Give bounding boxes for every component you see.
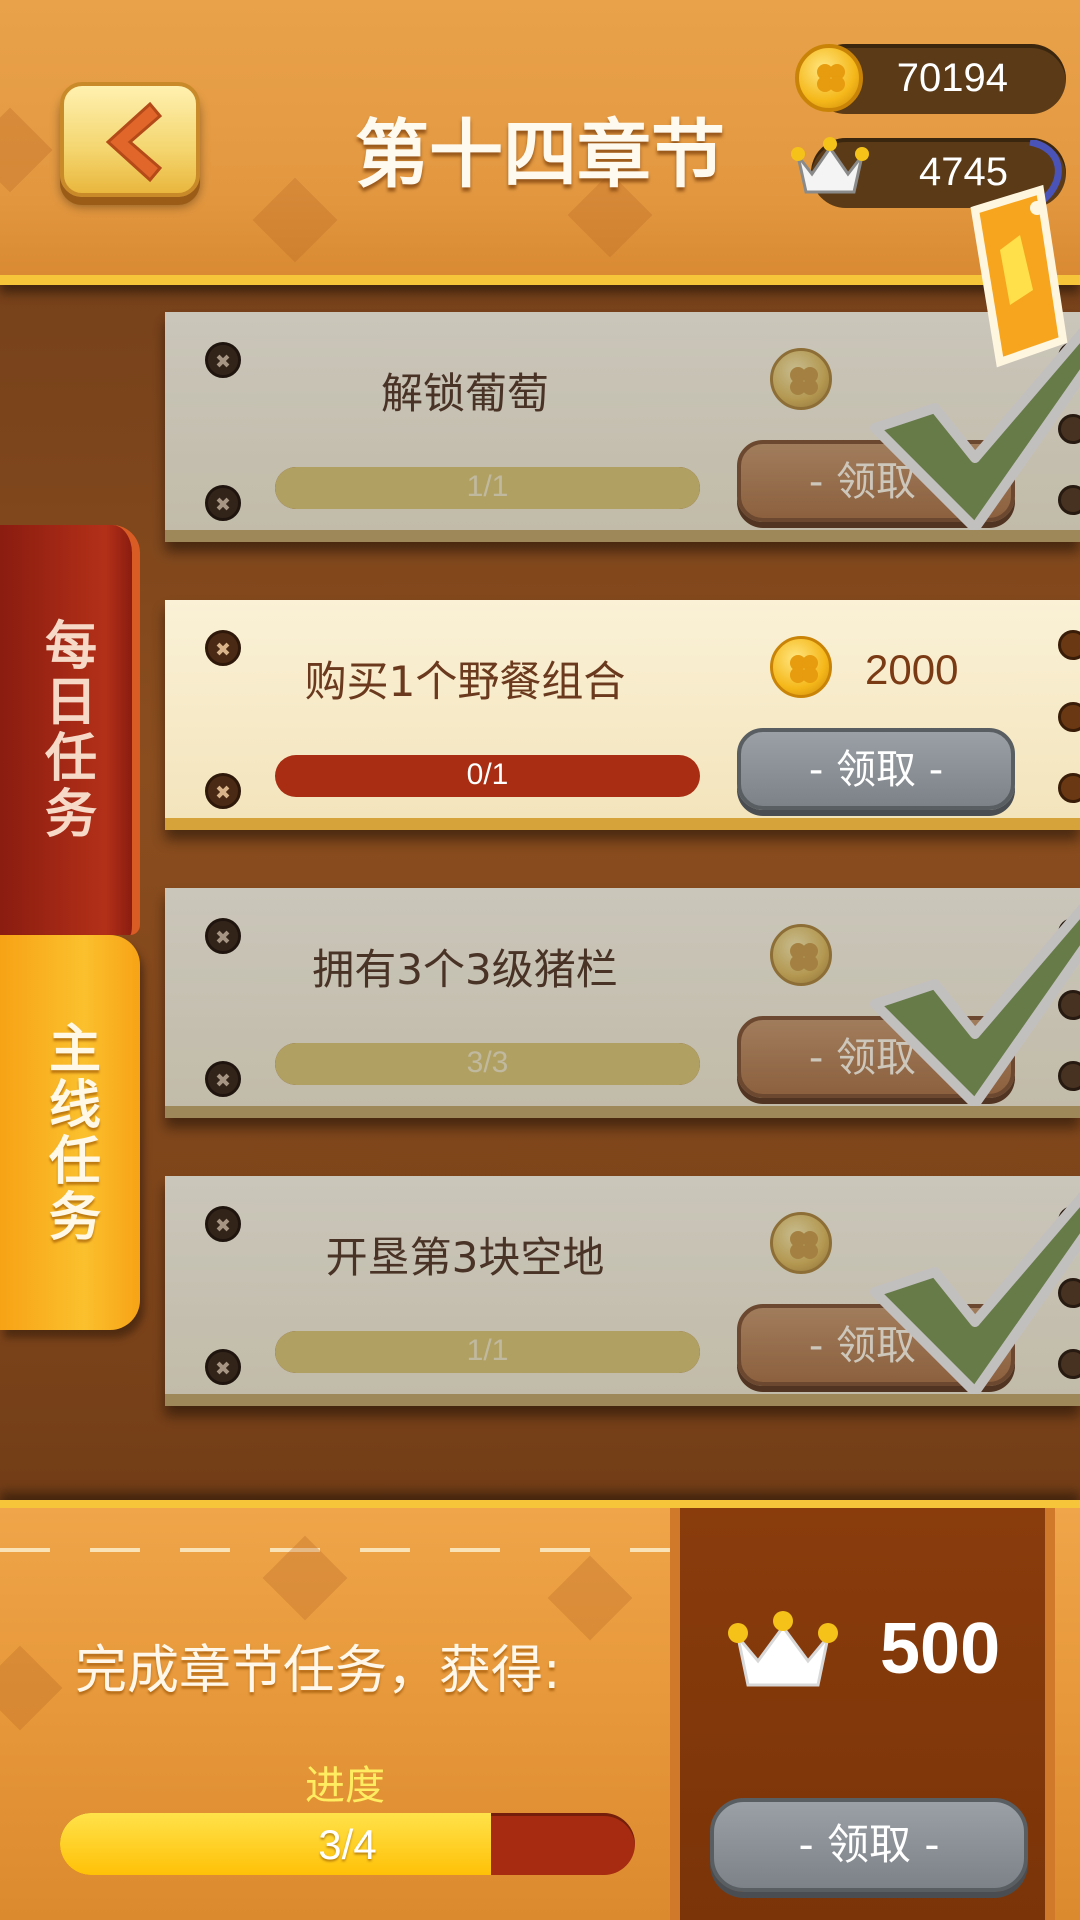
chapter-reward-amount: 500	[880, 1609, 1001, 1689]
task-progress-bar: 1/1	[275, 1331, 700, 1373]
claim-button[interactable]: - 领取 -	[737, 440, 1015, 522]
decor-diamond	[0, 107, 53, 193]
bolt-icon	[205, 918, 241, 954]
tab-main-label: 主线任务	[39, 1020, 100, 1245]
stitch-divider	[0, 1548, 680, 1552]
crown-icon	[728, 1611, 838, 1687]
task-progress-text: 3/3	[466, 1046, 509, 1079]
bolt-icon	[1058, 990, 1080, 1020]
bolt-icon	[205, 1349, 241, 1385]
progress-label: 进度	[305, 1763, 385, 1809]
bolt-icon	[205, 342, 241, 378]
bolt-icon	[1058, 630, 1080, 660]
task-card: 拥有3个3级猪栏 3/3 - 领取 -	[165, 888, 1080, 1118]
bolt-icon	[205, 1206, 241, 1242]
clover-icon	[790, 367, 818, 395]
decor-diamond	[0, 1645, 63, 1731]
task-progress-text: 1/1	[466, 1334, 509, 1367]
coin-icon	[770, 348, 832, 410]
coin-count: 70194	[896, 56, 1008, 100]
coin-icon	[795, 44, 863, 112]
bolt-icon	[1058, 485, 1080, 515]
bolt-icon	[1058, 773, 1080, 803]
task-title: 拥有3个3级猪栏	[312, 945, 618, 994]
bolt-icon	[1058, 1349, 1080, 1379]
clover-icon	[790, 655, 818, 683]
header-bar: 第十四章节 70194 4745	[0, 0, 1080, 285]
bolt-icon	[1058, 1206, 1080, 1236]
task-title: 购买1个野餐组合	[304, 657, 626, 706]
task-progress-text: 0/1	[466, 758, 509, 791]
tab-daily-label: 每日任务	[35, 618, 96, 842]
chapter-reward-panel: 完成章节任务，获得: 进度 3/4 500 - 领取 -	[0, 1500, 1080, 1920]
bolt-icon	[1058, 1278, 1080, 1308]
crown-icon	[791, 137, 869, 194]
bolt-icon	[205, 1061, 241, 1097]
task-card: 解锁葡萄 1/1 - 领取 -	[165, 312, 1080, 542]
bolt-icon	[1058, 918, 1080, 948]
bolt-icon	[205, 630, 241, 666]
coin-icon	[770, 924, 832, 986]
tab-main-tasks[interactable]: 主线任务	[0, 935, 140, 1330]
chapter-progress-bar: 3/4	[60, 1813, 635, 1875]
page-title: 第十四章节	[355, 112, 725, 198]
task-progress-text: 1/1	[466, 470, 509, 503]
clover-icon	[790, 943, 818, 971]
bolt-icon	[1058, 702, 1080, 732]
task-progress-bar: 1/1	[275, 467, 700, 509]
task-title: 解锁葡萄	[380, 369, 549, 418]
bolt-icon	[1058, 1061, 1080, 1091]
tab-daily-tasks[interactable]: 每日任务	[0, 525, 140, 935]
reward-panel: 500 - 领取 -	[670, 1508, 1055, 1920]
bolt-icon	[1058, 414, 1080, 444]
claim-button[interactable]: - 领取 -	[737, 1304, 1015, 1386]
chapter-reward-label: 完成章节任务，获得:	[75, 1641, 561, 1701]
reward-amount: 2000	[865, 646, 959, 693]
coin-icon	[770, 636, 832, 698]
bolt-icon	[205, 485, 241, 521]
bolt-icon	[205, 773, 241, 809]
task-card: 开垦第3块空地 1/1 - 领取 -	[165, 1176, 1080, 1406]
chapter-progress-text: 3/4	[318, 1821, 377, 1868]
back-button[interactable]	[60, 82, 200, 197]
claim-button[interactable]: - 领取 -	[737, 728, 1015, 810]
coin-icon	[770, 1212, 832, 1274]
clover-icon	[817, 64, 845, 92]
task-progress-bar: 3/3	[275, 1043, 700, 1085]
back-arrow-icon	[105, 101, 163, 183]
price-tag-icon[interactable]	[945, 140, 1075, 370]
task-card: 购买1个野餐组合 0/1 2000 - 领取 -	[165, 600, 1080, 830]
task-title: 开垦第3块空地	[325, 1233, 605, 1282]
task-progress-bar: 0/1	[275, 755, 700, 797]
claim-button[interactable]: - 领取 -	[737, 1016, 1015, 1098]
clover-icon	[790, 1231, 818, 1259]
chapter-claim-button[interactable]: - 领取 -	[710, 1798, 1028, 1892]
